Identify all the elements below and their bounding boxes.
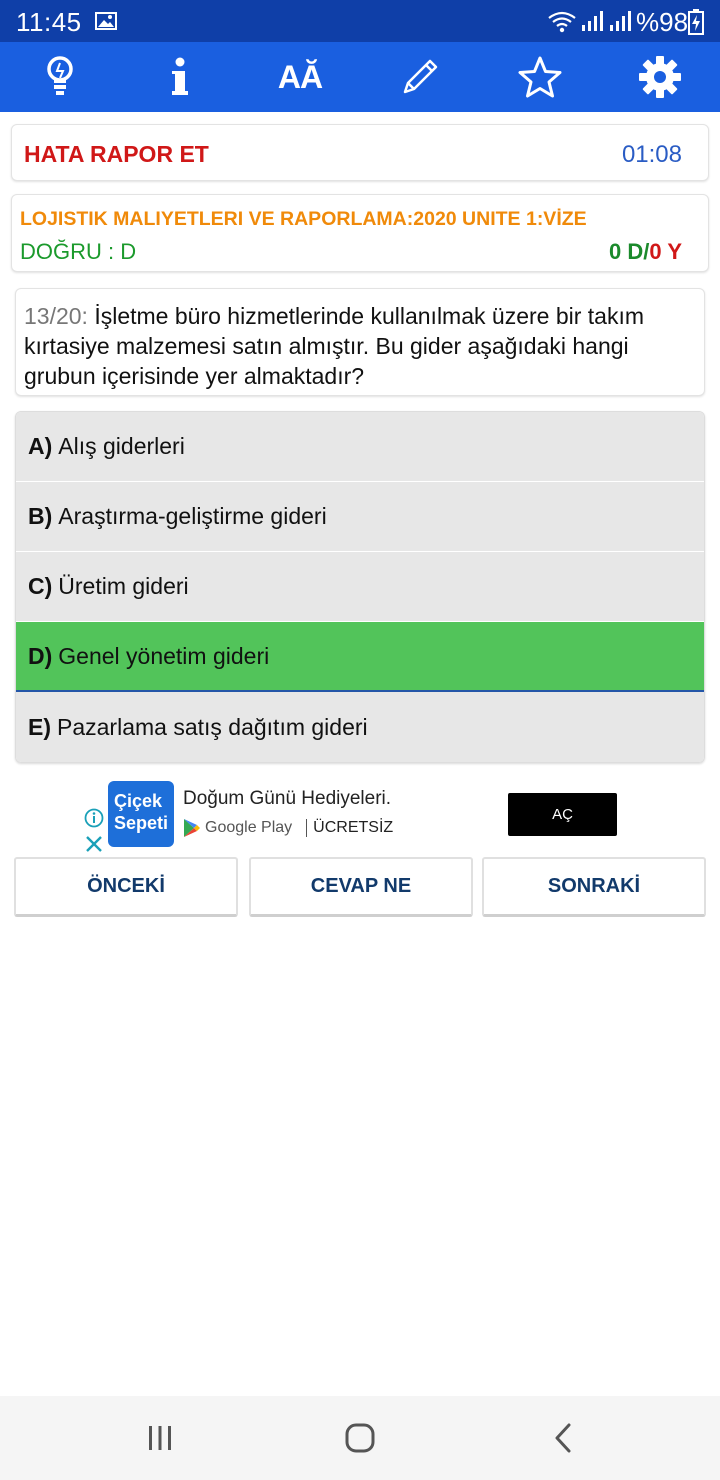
score: 0 D/0 Y bbox=[609, 239, 682, 265]
battery-level: %98 bbox=[636, 7, 689, 37]
home-button[interactable] bbox=[300, 1396, 420, 1480]
answer-options: A) Alış giderleri B) Araştırma-geliştirme … bbox=[15, 411, 705, 763]
pencil-icon bbox=[403, 59, 438, 94]
option-letter: E) bbox=[28, 713, 51, 740]
option-text: Üretim gideri bbox=[58, 573, 189, 599]
ad-store: Google Play ÜCRETSİZ bbox=[183, 816, 393, 840]
report-error-button[interactable]: HATA RAPOR ET bbox=[24, 141, 209, 168]
ad-store-name: Google Play bbox=[205, 819, 293, 836]
option-letter: B) bbox=[28, 503, 53, 529]
recent-apps-button[interactable] bbox=[100, 1396, 220, 1480]
home-icon bbox=[345, 1423, 375, 1453]
gear-icon bbox=[639, 56, 681, 98]
settings-button[interactable] bbox=[600, 42, 720, 112]
option-letter: A) bbox=[28, 433, 53, 459]
google-play-icon bbox=[184, 819, 200, 837]
info-icon bbox=[172, 57, 188, 95]
option-e[interactable]: E) Pazarlama satış dağıtım gideri bbox=[16, 692, 704, 762]
notes-button[interactable] bbox=[360, 42, 480, 112]
ad-title[interactable]: Doğum Günü Hediyeleri. bbox=[183, 788, 391, 810]
report-card: HATA RAPOR ET 01:08 bbox=[11, 124, 709, 181]
top-toolbar: AĂ bbox=[0, 42, 720, 112]
favorite-button[interactable] bbox=[480, 42, 600, 112]
option-text: Alış giderleri bbox=[58, 433, 185, 459]
signal-icon bbox=[582, 11, 603, 31]
previous-button[interactable]: ÖNCEKİ bbox=[14, 857, 238, 917]
font-size-icon: AĂ bbox=[277, 58, 323, 95]
back-icon bbox=[555, 1423, 571, 1453]
option-d[interactable]: D) Genel yönetim gideri bbox=[16, 622, 704, 692]
image-icon bbox=[95, 12, 117, 30]
hint-button[interactable] bbox=[0, 42, 120, 112]
ad-divider bbox=[306, 819, 308, 837]
option-a[interactable]: A) Alış giderleri bbox=[16, 412, 704, 482]
battery-charging-icon bbox=[688, 9, 704, 35]
course-info-card: LOJISTIK MALIYETLERI VE RAPORLAMA:2020 U… bbox=[11, 194, 709, 272]
font-size-button[interactable]: AĂ bbox=[240, 42, 360, 112]
option-letter: D) bbox=[28, 642, 53, 669]
next-button[interactable]: SONRAKİ bbox=[482, 857, 706, 917]
ad-logo[interactable]: Çiçek Sepeti bbox=[108, 781, 174, 847]
ad-logo-line2: Sepeti bbox=[114, 813, 169, 833]
option-letter: C) bbox=[28, 573, 53, 599]
option-text: Genel yönetim gideri bbox=[58, 642, 270, 669]
show-answer-button[interactable]: CEVAP NE bbox=[249, 857, 473, 917]
score-correct: 0 D/ bbox=[609, 239, 650, 264]
recent-apps-icon bbox=[149, 1426, 171, 1450]
lightbulb-icon bbox=[47, 56, 73, 95]
ad-close-icon[interactable] bbox=[84, 834, 104, 854]
timer: 01:08 bbox=[621, 141, 682, 168]
option-text: Pazarlama satış dağıtım gideri bbox=[57, 713, 368, 740]
ad-open-button[interactable]: AÇ bbox=[508, 793, 617, 836]
option-c[interactable]: C) Üretim gideri bbox=[16, 552, 704, 622]
question-text: 13/20: İşletme büro hizmetlerinde kullan… bbox=[24, 301, 699, 391]
question-body: İşletme büro hizmetlerinde kullanılmak ü… bbox=[24, 303, 645, 389]
ad-logo-line1: Çiçek bbox=[114, 791, 163, 811]
question-number: 13/20: bbox=[24, 303, 88, 329]
course-title: LOJISTIK MALIYETLERI VE RAPORLAMA:2020 U… bbox=[20, 208, 587, 230]
back-button[interactable] bbox=[503, 1396, 623, 1480]
status-bar: 11:45 %98 bbox=[0, 0, 720, 42]
option-b[interactable]: B) Araştırma-geliştirme gideri bbox=[16, 482, 704, 552]
signal-icon bbox=[610, 11, 631, 31]
status-time: 11:45 bbox=[16, 7, 82, 37]
ad-info-icon[interactable] bbox=[84, 808, 104, 828]
wifi-icon bbox=[548, 11, 576, 33]
ad-banner: Çiçek Sepeti Doğum Günü Hediyeleri. Goog… bbox=[80, 778, 640, 854]
system-navigation-bar bbox=[0, 1396, 720, 1480]
option-text: Araştırma-geliştirme gideri bbox=[58, 503, 327, 529]
info-button[interactable] bbox=[120, 42, 240, 112]
score-wrong: 0 Y bbox=[649, 239, 682, 264]
ad-price: ÜCRETSİZ bbox=[313, 819, 394, 836]
star-icon bbox=[518, 56, 562, 98]
correct-answer: DOĞRU : D bbox=[20, 239, 137, 264]
question-card: 13/20: İşletme büro hizmetlerinde kullan… bbox=[15, 288, 705, 396]
